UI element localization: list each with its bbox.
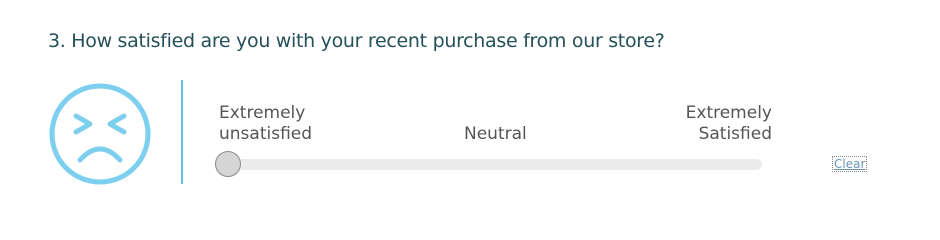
label-extremely-unsatisfied: Extremely unsatisfied [219,103,312,145]
clear-link[interactable]: Clear [831,156,868,172]
survey-question: 3. How satisfied are you with your recen… [0,0,940,219]
label-neutral: Neutral [464,124,527,144]
label-right-line2: Satisfied [698,124,772,144]
label-left-line2: unsatisfied [219,124,313,144]
slider-track[interactable] [218,159,762,170]
unsatisfied-face-icon [48,82,152,186]
slider-handle[interactable] [215,151,241,177]
divider [181,80,183,184]
label-right-line1: Extremely [685,103,772,123]
label-extremely-satisfied: Extremely Satisfied [640,103,772,145]
label-left-line1: Extremely [219,103,306,123]
question-title: 3. How satisfied are you with your recen… [48,30,665,52]
